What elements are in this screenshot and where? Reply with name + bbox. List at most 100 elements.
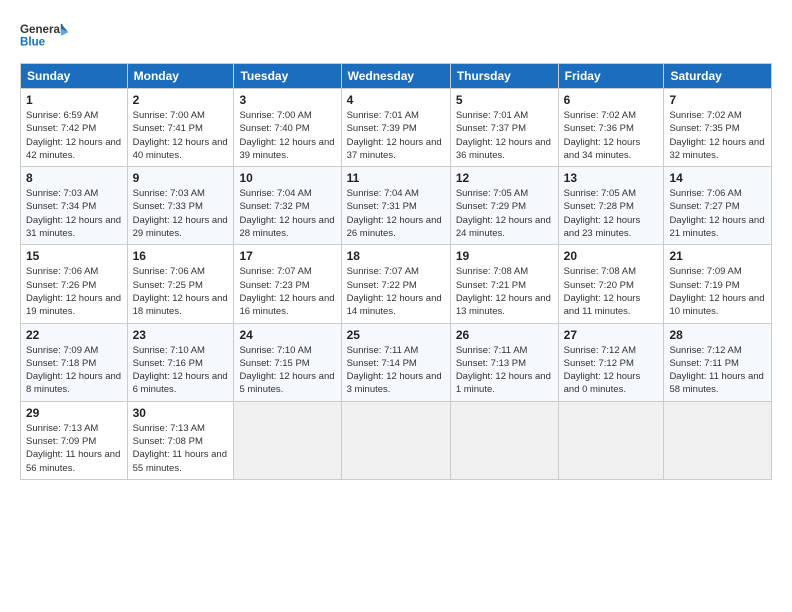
calendar-header-tuesday: Tuesday	[234, 64, 341, 89]
week-row-5: 29 Sunrise: 7:13 AMSunset: 7:09 PMDayligh…	[21, 401, 772, 479]
day-info: Sunrise: 7:05 AMSunset: 7:28 PMDaylight:…	[564, 187, 659, 240]
calendar-cell	[664, 401, 772, 479]
calendar-cell: 1Sunrise: 6:59 AMSunset: 7:42 PMDaylight…	[21, 89, 128, 167]
calendar-cell: 5 Sunrise: 7:01 AMSunset: 7:37 PMDaylight…	[450, 89, 558, 167]
calendar-cell: 13Sunrise: 7:05 AMSunset: 7:28 PMDayligh…	[558, 167, 664, 245]
calendar-cell: 26 Sunrise: 7:11 AMSunset: 7:13 PMDayligh…	[450, 323, 558, 401]
day-number: 16	[133, 249, 229, 263]
day-info: Sunrise: 7:06 AMSunset: 7:27 PMDaylight:…	[669, 187, 766, 240]
week-row-1: 1Sunrise: 6:59 AMSunset: 7:42 PMDaylight…	[21, 89, 772, 167]
day-info: Sunrise: 7:02 AMSunset: 7:35 PMDaylight:…	[669, 109, 766, 162]
day-number: 7	[669, 93, 766, 107]
calendar-cell: 8Sunrise: 7:03 AMSunset: 7:34 PMDaylight…	[21, 167, 128, 245]
day-info: Sunrise: 7:10 AMSunset: 7:16 PMDaylight:…	[133, 344, 229, 397]
day-info: Sunrise: 7:00 AMSunset: 7:40 PMDaylight:…	[239, 109, 335, 162]
week-row-4: 22Sunrise: 7:09 AMSunset: 7:18 PMDayligh…	[21, 323, 772, 401]
day-info: Sunrise: 7:12 AMSunset: 7:11 PMDaylight:…	[669, 344, 766, 397]
calendar-header-saturday: Saturday	[664, 64, 772, 89]
day-number: 25	[347, 328, 445, 342]
svg-text:Blue: Blue	[20, 36, 46, 49]
day-number: 9	[133, 171, 229, 185]
week-row-3: 15 Sunrise: 7:06 AMSunset: 7:26 PMDayligh…	[21, 245, 772, 323]
day-info: Sunrise: 7:11 AMSunset: 7:13 PMDaylight:…	[456, 344, 553, 397]
calendar-cell	[558, 401, 664, 479]
calendar-cell: 6 Sunrise: 7:02 AMSunset: 7:36 PMDaylight…	[558, 89, 664, 167]
day-number: 5	[456, 93, 553, 107]
day-info: Sunrise: 7:06 AMSunset: 7:25 PMDaylight:…	[133, 265, 229, 318]
calendar-cell: 19 Sunrise: 7:08 AMSunset: 7:21 PMDayligh…	[450, 245, 558, 323]
calendar-cell: 11Sunrise: 7:04 AMSunset: 7:31 PMDayligh…	[341, 167, 450, 245]
day-info: Sunrise: 7:11 AMSunset: 7:14 PMDaylight:…	[347, 344, 445, 397]
day-number: 1	[26, 93, 122, 107]
day-number: 21	[669, 249, 766, 263]
calendar-cell: 30 Sunrise: 7:13 AMSunset: 7:08 PMDayligh…	[127, 401, 234, 479]
day-info: Sunrise: 7:03 AMSunset: 7:33 PMDaylight:…	[133, 187, 229, 240]
calendar-cell	[234, 401, 341, 479]
calendar-header-sunday: Sunday	[21, 64, 128, 89]
calendar-cell: 9 Sunrise: 7:03 AMSunset: 7:33 PMDaylight…	[127, 167, 234, 245]
calendar-header-monday: Monday	[127, 64, 234, 89]
day-info: Sunrise: 7:01 AMSunset: 7:39 PMDaylight:…	[347, 109, 445, 162]
day-info: Sunrise: 7:03 AMSunset: 7:34 PMDaylight:…	[26, 187, 122, 240]
calendar-cell: 20 Sunrise: 7:08 AMSunset: 7:20 PMDayligh…	[558, 245, 664, 323]
calendar-cell: 4 Sunrise: 7:01 AMSunset: 7:39 PMDaylight…	[341, 89, 450, 167]
day-info: Sunrise: 7:13 AMSunset: 7:08 PMDaylight:…	[133, 422, 229, 475]
day-info: Sunrise: 7:12 AMSunset: 7:12 PMDaylight:…	[564, 344, 659, 397]
calendar-cell: 3 Sunrise: 7:00 AMSunset: 7:40 PMDaylight…	[234, 89, 341, 167]
day-number: 29	[26, 406, 122, 420]
header: General Blue	[20, 15, 772, 55]
day-info: Sunrise: 7:09 AMSunset: 7:18 PMDaylight:…	[26, 344, 122, 397]
calendar: SundayMondayTuesdayWednesdayThursdayFrid…	[20, 63, 772, 480]
logo-svg: General Blue	[20, 15, 70, 55]
day-info: Sunrise: 7:08 AMSunset: 7:20 PMDaylight:…	[564, 265, 659, 318]
day-number: 4	[347, 93, 445, 107]
day-info: Sunrise: 7:04 AMSunset: 7:32 PMDaylight:…	[239, 187, 335, 240]
day-number: 23	[133, 328, 229, 342]
calendar-cell	[450, 401, 558, 479]
calendar-cell: 23 Sunrise: 7:10 AMSunset: 7:16 PMDayligh…	[127, 323, 234, 401]
day-number: 11	[347, 171, 445, 185]
calendar-header-row: SundayMondayTuesdayWednesdayThursdayFrid…	[21, 64, 772, 89]
day-number: 24	[239, 328, 335, 342]
calendar-cell: 12Sunrise: 7:05 AMSunset: 7:29 PMDayligh…	[450, 167, 558, 245]
day-info: Sunrise: 7:02 AMSunset: 7:36 PMDaylight:…	[564, 109, 659, 162]
week-row-2: 8Sunrise: 7:03 AMSunset: 7:34 PMDaylight…	[21, 167, 772, 245]
day-number: 18	[347, 249, 445, 263]
day-info: Sunrise: 7:08 AMSunset: 7:21 PMDaylight:…	[456, 265, 553, 318]
day-number: 3	[239, 93, 335, 107]
day-number: 19	[456, 249, 553, 263]
day-info: Sunrise: 7:07 AMSunset: 7:23 PMDaylight:…	[239, 265, 335, 318]
page: General Blue SundayMondayTuesdayWednesda…	[0, 0, 792, 612]
day-number: 6	[564, 93, 659, 107]
calendar-cell: 22Sunrise: 7:09 AMSunset: 7:18 PMDayligh…	[21, 323, 128, 401]
svg-text:General: General	[20, 23, 63, 36]
day-number: 20	[564, 249, 659, 263]
day-info: Sunrise: 7:07 AMSunset: 7:22 PMDaylight:…	[347, 265, 445, 318]
day-number: 27	[564, 328, 659, 342]
calendar-cell: 25 Sunrise: 7:11 AMSunset: 7:14 PMDayligh…	[341, 323, 450, 401]
day-info: Sunrise: 7:00 AMSunset: 7:41 PMDaylight:…	[133, 109, 229, 162]
calendar-cell: 2 Sunrise: 7:00 AMSunset: 7:41 PMDaylight…	[127, 89, 234, 167]
calendar-cell: 28 Sunrise: 7:12 AMSunset: 7:11 PMDayligh…	[664, 323, 772, 401]
day-number: 17	[239, 249, 335, 263]
calendar-cell	[341, 401, 450, 479]
calendar-cell: 14 Sunrise: 7:06 AMSunset: 7:27 PMDayligh…	[664, 167, 772, 245]
logo: General Blue	[20, 15, 70, 55]
calendar-cell: 15 Sunrise: 7:06 AMSunset: 7:26 PMDayligh…	[21, 245, 128, 323]
day-number: 2	[133, 93, 229, 107]
day-number: 10	[239, 171, 335, 185]
day-number: 28	[669, 328, 766, 342]
day-number: 30	[133, 406, 229, 420]
day-info: Sunrise: 7:13 AMSunset: 7:09 PMDaylight:…	[26, 422, 122, 475]
day-number: 14	[669, 171, 766, 185]
day-number: 26	[456, 328, 553, 342]
day-number: 15	[26, 249, 122, 263]
calendar-header-wednesday: Wednesday	[341, 64, 450, 89]
day-info: Sunrise: 7:01 AMSunset: 7:37 PMDaylight:…	[456, 109, 553, 162]
day-info: Sunrise: 7:10 AMSunset: 7:15 PMDaylight:…	[239, 344, 335, 397]
calendar-header-thursday: Thursday	[450, 64, 558, 89]
day-info: Sunrise: 7:06 AMSunset: 7:26 PMDaylight:…	[26, 265, 122, 318]
calendar-cell: 10 Sunrise: 7:04 AMSunset: 7:32 PMDayligh…	[234, 167, 341, 245]
calendar-cell: 17 Sunrise: 7:07 AMSunset: 7:23 PMDayligh…	[234, 245, 341, 323]
calendar-cell: 18 Sunrise: 7:07 AMSunset: 7:22 PMDayligh…	[341, 245, 450, 323]
